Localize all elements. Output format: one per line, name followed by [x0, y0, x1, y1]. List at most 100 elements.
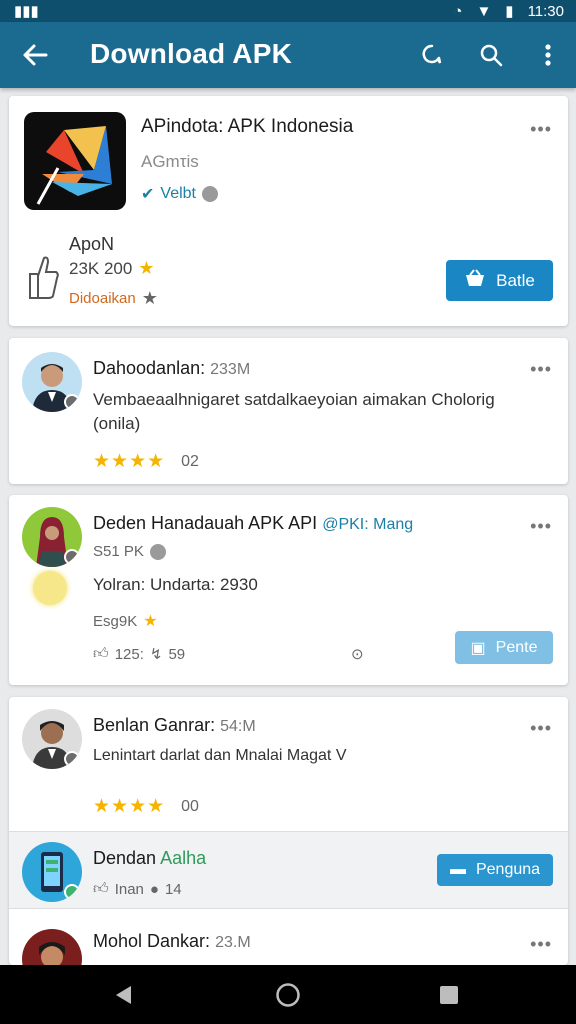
- review-text: Vembaeaalhnigaret satdalkaeyoian aimakan…: [93, 390, 495, 433]
- status-bar: ▮▮▮ ◔ ▼ ▮ 11:30: [0, 0, 576, 22]
- apon-count-value: 23K 200: [69, 258, 133, 278]
- star-outline-icon: ★: [141, 288, 158, 308]
- recents-icon[interactable]: [433, 979, 465, 1011]
- review-list-card: ••• Benlan Ganrar: 54:M Lenintart darlat…: [9, 697, 568, 965]
- reviewer-name-text: Mohol Dankar:: [93, 931, 211, 951]
- app-developer: AGmτis: [141, 152, 199, 171]
- basket-icon: ▬: [449, 861, 466, 878]
- back-icon[interactable]: [108, 979, 140, 1011]
- item-tag: Aalha: [160, 848, 207, 868]
- avatar-badge-icon: [64, 884, 80, 900]
- page-title: Download APK: [90, 38, 293, 69]
- more-options-icon[interactable]: •••: [530, 719, 552, 737]
- verified-badge: ✔ Velbt: [141, 184, 218, 204]
- app-logo-icon: [24, 112, 126, 210]
- likes-count: 125:: [114, 645, 144, 663]
- battery-icon: ▮: [505, 3, 514, 20]
- loading-icon: ⊙: [351, 646, 364, 663]
- download-info: Didoaikan ★: [69, 288, 158, 309]
- app-detail-card: ••• APindota: APK Indonesia AGmτis ✔ Vel…: [9, 96, 568, 326]
- back-arrow-icon[interactable]: [18, 38, 52, 72]
- more-options-icon[interactable]: •••: [530, 517, 552, 535]
- avatar: [22, 842, 82, 902]
- thumbs-up-icon: 👍︎: [93, 645, 109, 662]
- share-icon: ↯: [149, 646, 163, 663]
- system-nav-bar: [0, 965, 576, 1024]
- review-text: Lenintart darlat dan Mnalai Magat V: [93, 747, 347, 764]
- reviewer-name-text: Deden Hanadauah APK API: [93, 513, 318, 533]
- reviewer-name-text: Benlan Ganrar:: [93, 715, 216, 735]
- search-icon[interactable]: [474, 38, 508, 72]
- overflow-menu-icon[interactable]: [531, 38, 565, 72]
- list-item[interactable]: Dendan Aalha 👍︎ Inan ● 14 ▬ Penguna: [9, 831, 568, 909]
- check-circle-icon: ✔: [141, 186, 155, 203]
- review-sub-meta: S51 PK: [93, 543, 166, 560]
- batle-button-label: Batle: [496, 270, 535, 290]
- pente-button[interactable]: ▣ Pente: [455, 631, 553, 664]
- avatar-badge-icon: [64, 394, 80, 410]
- likes-line: 👍︎ 125: ↯ 59: [93, 645, 185, 663]
- reviewer-name: Benlan Ganrar: 54:M: [93, 715, 256, 736]
- review-text: Yolran: Undarta: 2930: [93, 575, 258, 594]
- review-card: ••• Dahoodanlan: 233M Vembaeaalhnigaret …: [9, 338, 568, 484]
- item-name: Dendan Aalha: [93, 848, 206, 869]
- review-card: ••• Deden Hanadauah APK API @PKI: Mang S…: [9, 495, 568, 685]
- thumbs-up-icon: 👍︎: [93, 880, 109, 897]
- basket-icon: [464, 269, 486, 292]
- clock-icon: [149, 543, 166, 560]
- stars-icon: ★★★★: [93, 451, 166, 472]
- review-meta: 233M: [210, 361, 251, 378]
- avatar: [22, 352, 82, 412]
- reviewer-name: Deden Hanadauah APK API @PKI: Mang: [93, 513, 413, 534]
- thumbs-up-icon: [26, 254, 60, 302]
- more-options-icon[interactable]: •••: [530, 120, 552, 138]
- clock-icon: [202, 186, 218, 202]
- more-options-icon[interactable]: •••: [530, 935, 552, 953]
- app-title: APindota: APK Indonesia: [141, 116, 354, 137]
- item-meta-label: Inan: [114, 880, 144, 898]
- signal-icon: ▮▮▮: [14, 3, 39, 20]
- item-meta: 👍︎ Inan ● 14: [93, 880, 182, 898]
- avatar-badge-icon: [64, 751, 80, 767]
- star-icon: ★: [138, 258, 155, 278]
- sun-icon: [33, 571, 67, 605]
- rating-label-text: Esg9K: [93, 612, 138, 630]
- item-meta-count: 14: [164, 880, 182, 898]
- star-rating: ★★★★ 00: [93, 795, 199, 818]
- stars-icon: ★★★★: [93, 796, 166, 817]
- home-icon[interactable]: [272, 979, 304, 1011]
- star-rating: ★★★★ 02: [93, 450, 199, 473]
- alarm-icon: ◔: [453, 2, 463, 20]
- reviewer-name-text: Dahoodanlan:: [93, 358, 206, 378]
- penguna-button[interactable]: ▬ Penguna: [437, 854, 553, 886]
- verified-label: Velbt: [160, 185, 196, 202]
- avatar: [22, 929, 82, 965]
- reviewer-name: Dahoodanlan: 233M: [93, 358, 250, 379]
- app-bar: Download APK: [0, 22, 576, 88]
- apon-label: ApoN: [69, 234, 115, 254]
- chat-bubble-icon: ▣: [470, 639, 486, 657]
- apon-count: 23K 200 ★: [69, 258, 154, 279]
- pente-button-label: Pente: [495, 638, 538, 656]
- chat-icon[interactable]: [415, 38, 449, 72]
- review-meta: 54:M: [220, 718, 256, 735]
- item-name-text: Dendan: [93, 848, 157, 868]
- review-meta: 23.M: [215, 934, 251, 951]
- reviewer-name: Mohol Dankar: 23.M: [93, 931, 251, 952]
- rating-label: Esg9K ★: [93, 611, 158, 631]
- likes-count-2: 59: [168, 645, 186, 663]
- comment-icon: ●: [149, 880, 159, 898]
- download-label: Didoaikan: [69, 290, 136, 307]
- rating-count: 00: [181, 797, 199, 815]
- status-time: 11:30: [527, 2, 564, 20]
- rating-count: 02: [181, 452, 199, 470]
- batle-button[interactable]: Batle: [446, 260, 553, 301]
- penguna-button-label: Penguna: [475, 861, 541, 878]
- reviewer-tag: @PKI: Mang: [322, 516, 414, 533]
- wifi-icon: ▼: [476, 2, 492, 20]
- more-options-icon[interactable]: •••: [530, 360, 552, 378]
- review-sub-meta-text: S51 PK: [93, 543, 144, 560]
- avatar: [22, 709, 82, 769]
- avatar-badge-icon: [64, 549, 80, 565]
- avatar: [22, 507, 82, 567]
